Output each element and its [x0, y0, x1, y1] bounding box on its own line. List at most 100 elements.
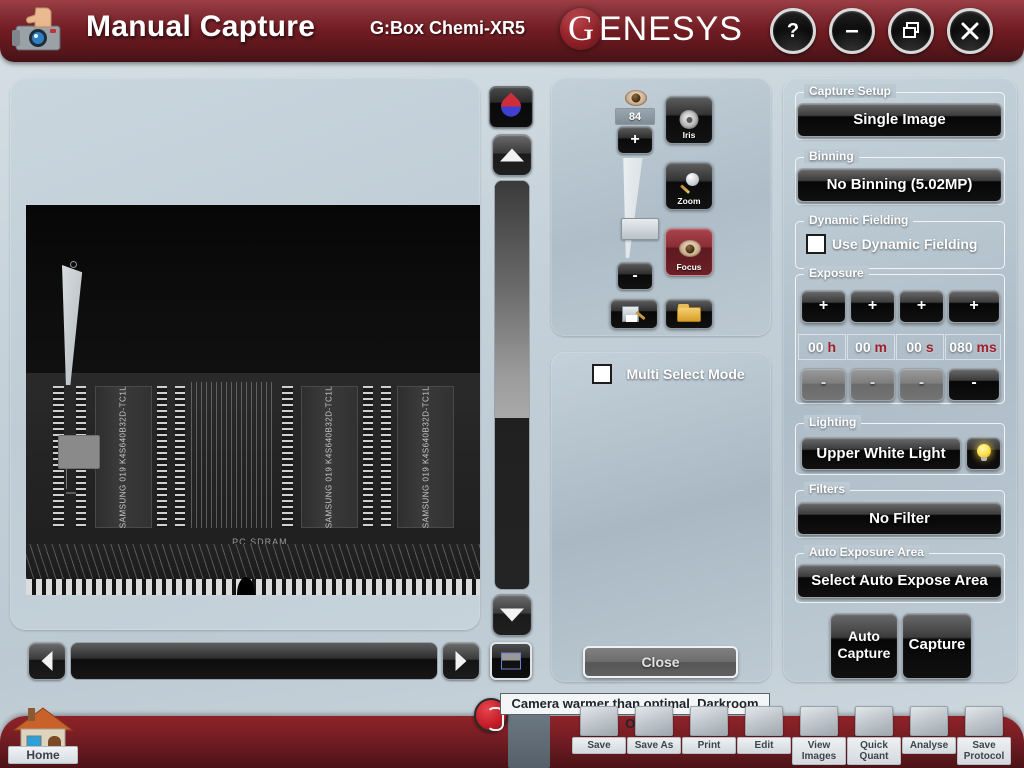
horizontal-scroll-track[interactable] — [70, 642, 438, 680]
minimize-button[interactable] — [829, 8, 875, 54]
brand-text: ENESYS — [599, 10, 743, 49]
focus-label: Focus — [666, 262, 712, 272]
overlay-handle[interactable] — [58, 435, 100, 469]
vertical-scroll-thumb[interactable] — [495, 181, 529, 418]
gain-slider-track — [614, 158, 656, 258]
eye-icon — [625, 90, 647, 106]
auto-capture-button[interactable]: Auto Capture — [830, 613, 898, 679]
toolbar-label: Save As — [627, 737, 681, 754]
exposure-seconds-value: 00 s — [896, 334, 944, 360]
light-bulb-icon — [977, 444, 991, 458]
eye-icon — [679, 240, 701, 257]
exposure-ms-increase[interactable]: + — [948, 290, 1000, 323]
view-images-icon — [800, 706, 838, 736]
selection-panel — [551, 352, 771, 682]
capture-setup-button[interactable]: Single Image — [797, 103, 1002, 137]
iris-button[interactable]: Iris — [665, 96, 713, 144]
filters-button[interactable]: No Filter — [797, 502, 1002, 535]
exposure-hours-increase[interactable]: + — [801, 290, 846, 323]
color-histogram-icon — [497, 92, 525, 120]
aperture-icon — [680, 110, 699, 129]
iris-label: Iris — [666, 130, 712, 140]
toolbar-label: Quick Quant — [847, 737, 901, 765]
chip-label: SAMSUNG 019 K4S640B32D-TC1L — [421, 386, 430, 528]
scroll-down-button[interactable] — [492, 594, 532, 636]
analyse-icon — [910, 706, 948, 736]
dynamic-fielding-checkbox[interactable] — [806, 234, 826, 254]
zoom-label: Zoom — [666, 196, 712, 206]
exposure-minutes-decrease[interactable]: - — [850, 368, 895, 401]
home-label: Home — [8, 746, 78, 764]
scroll-up-arrow-icon — [500, 149, 524, 162]
restore-button[interactable] — [888, 8, 934, 54]
vertical-scrollbar[interactable] — [492, 134, 532, 636]
multi-select-row[interactable]: Multi Select Mode — [592, 364, 772, 386]
genesys-logo: GENESYS — [560, 8, 743, 54]
open-image-button[interactable] — [665, 299, 713, 329]
gain-decrease-button[interactable]: - — [617, 262, 653, 290]
zoom-button[interactable]: Zoom — [665, 162, 713, 210]
printer-icon — [690, 706, 728, 736]
system-name: G:Box Chemi-XR5 — [370, 18, 525, 39]
pcb-traces — [191, 382, 273, 529]
fit-frame-icon — [501, 653, 521, 670]
edit-icon — [745, 706, 783, 736]
captured-image[interactable]: SAMSUNG 019 K4S640B32D-TC1L SAMSUNG 019 … — [26, 205, 480, 595]
close-icon — [959, 20, 981, 42]
exposure-ms-value: 080 ms — [945, 334, 1001, 360]
page-title: Manual Capture — [86, 10, 315, 44]
scroll-down-arrow-icon — [500, 609, 524, 622]
color-histogram-button[interactable] — [489, 86, 533, 128]
toolbar-label: Print — [682, 737, 736, 754]
exposure-minutes-value: 00 m — [847, 334, 895, 360]
restore-icon — [901, 20, 921, 40]
save-icon — [580, 706, 618, 736]
capture-button[interactable]: Capture — [902, 613, 972, 679]
exposure-minutes-increase[interactable]: + — [850, 290, 895, 323]
exposure-seconds-decrease[interactable]: - — [899, 368, 944, 401]
gain-increase-button[interactable]: + — [617, 126, 653, 154]
exposure-seconds-increase[interactable]: + — [899, 290, 944, 323]
gain-slider-thumb[interactable] — [621, 218, 659, 240]
scroll-right-button[interactable] — [442, 642, 480, 680]
capture-setup-title: Capture Setup — [804, 84, 896, 98]
overlay-marker — [70, 261, 77, 268]
scroll-left-button[interactable] — [28, 642, 66, 680]
chip-label: SAMSUNG 019 K4S640B32D-TC1L — [325, 386, 334, 528]
exposure-title: Exposure — [804, 266, 869, 280]
multi-select-label: Multi Select Mode — [626, 366, 744, 382]
exposure-hours-value: 00 h — [798, 334, 846, 360]
title-bar: Manual Capture G:Box Chemi-XR5 GENESYS ? — [0, 0, 1024, 62]
save-image-button[interactable] — [610, 299, 658, 329]
auto-capture-line2: Capture — [838, 645, 891, 661]
auto-exposure-area-title: Auto Exposure Area — [804, 545, 929, 559]
quick-quant-icon — [855, 706, 893, 736]
binning-button[interactable]: No Binning (5.02MP) — [797, 168, 1002, 202]
gain-value-display: 84 — [615, 108, 655, 125]
close-button[interactable] — [947, 8, 993, 54]
scroll-up-button[interactable] — [492, 134, 532, 176]
filters-title: Filters — [804, 482, 850, 496]
toolbar-divider — [508, 706, 550, 768]
vertical-scroll-track[interactable] — [494, 180, 530, 590]
minimize-icon — [842, 20, 862, 40]
toolbar-label: View Images — [792, 737, 846, 765]
fit-frame-button[interactable] — [490, 642, 532, 680]
select-auto-expose-area-button[interactable]: Select Auto Expose Area — [797, 564, 1002, 598]
toolbar-label: Edit — [737, 737, 791, 754]
dynamic-fielding-title: Dynamic Fielding — [804, 213, 913, 227]
lighting-button[interactable]: Upper White Light — [801, 437, 961, 470]
exposure-ms-decrease[interactable]: - — [948, 368, 1000, 401]
gain-slider[interactable] — [614, 158, 656, 258]
multi-select-checkbox[interactable] — [592, 364, 612, 384]
focus-button[interactable]: Focus — [665, 228, 713, 276]
exposure-hours-decrease[interactable]: - — [801, 368, 846, 401]
image-preview-panel[interactable]: SAMSUNG 019 K4S640B32D-TC1L SAMSUNG 019 … — [10, 78, 480, 630]
horizontal-scrollbar[interactable] — [28, 642, 480, 680]
auto-capture-line1: Auto — [848, 628, 880, 644]
lighting-toggle-button[interactable] — [966, 437, 1001, 470]
camera-controls-panel — [551, 78, 771, 336]
help-button[interactable]: ? — [770, 8, 816, 54]
close-panel-button[interactable]: Close — [583, 646, 738, 678]
image-dark-region — [26, 205, 480, 373]
